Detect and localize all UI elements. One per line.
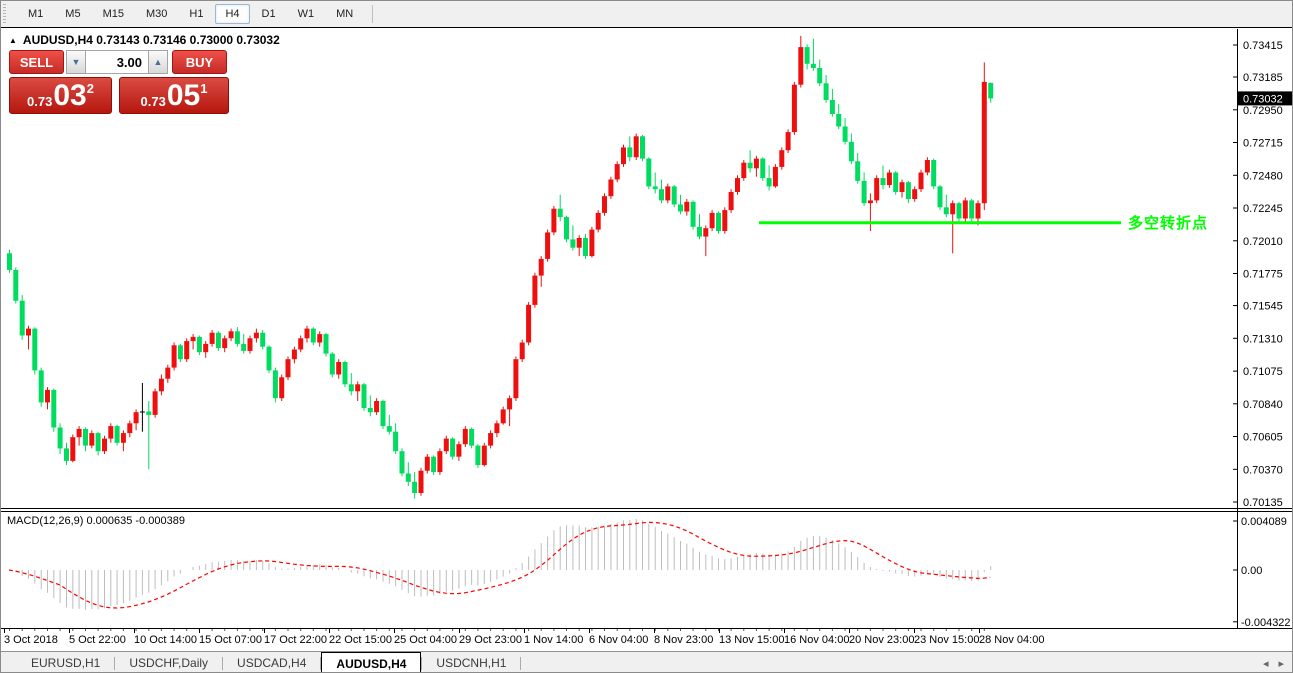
sell-button[interactable]: SELL (9, 50, 64, 74)
svg-text:0.73415: 0.73415 (1243, 40, 1283, 52)
timeframe-button-MN[interactable]: MN (326, 4, 363, 24)
volume-increase-button[interactable]: ▲ (148, 50, 168, 74)
timeframe-button-W1[interactable]: W1 (288, 4, 325, 24)
price-axis: 0.73415 0.73185 0.72950 0.72715 0.72480 0.722… (1233, 29, 1293, 629)
terminal-window: M1M5M15M30H1H4D1W1MN 0.73415 0.73185 0.729… (0, 0, 1293, 673)
volume-input[interactable]: 3.00 (86, 50, 148, 74)
svg-text:10 Oct 14:00: 10 Oct 14:00 (134, 634, 197, 646)
chart-tabs: EURUSD,H1USDCHF,DailyUSDCAD,H4AUDUSD,H4U… (17, 652, 521, 673)
svg-text:0.71545: 0.71545 (1243, 301, 1283, 313)
trendline-annotation: 多空转折点 (1128, 212, 1208, 233)
svg-text:17 Oct 22:00: 17 Oct 22:00 (264, 634, 327, 646)
tab-scroll-arrows: ◂ ▸ (1263, 652, 1284, 673)
tab-separator (520, 657, 521, 670)
svg-text:25 Oct 04:00: 25 Oct 04:00 (394, 634, 457, 646)
sell-price-prefix: 0.73 (27, 94, 52, 109)
tab-eurusdh1[interactable]: EURUSD,H1 (17, 652, 114, 673)
svg-text:5 Oct 22:00: 5 Oct 22:00 (69, 634, 126, 646)
svg-text:0.72010: 0.72010 (1243, 236, 1283, 248)
svg-text:0.71775: 0.71775 (1243, 269, 1283, 281)
buy-price-display[interactable]: 0.73 05 1 (119, 77, 229, 114)
svg-text:0.70840: 0.70840 (1243, 399, 1283, 411)
svg-text:0.71310: 0.71310 (1243, 333, 1283, 345)
chart-window: 0.73415 0.73185 0.72950 0.72715 0.72480 0.722… (1, 27, 1293, 651)
chart-title-text: AUDUSD,H4 0.73143 0.73146 0.73000 0.7303… (23, 33, 280, 47)
svg-text:0.004089: 0.004089 (1241, 516, 1287, 528)
timeframe-button-H1[interactable]: H1 (179, 4, 213, 24)
sell-price-sup: 2 (87, 81, 94, 96)
svg-text:23 Nov 15:00: 23 Nov 15:00 (914, 634, 979, 646)
macd-histogram (10, 519, 991, 610)
svg-text:0.72245: 0.72245 (1243, 203, 1283, 215)
panel-separators (1, 508, 1293, 629)
buy-price-prefix: 0.73 (141, 94, 166, 109)
tab-bar-pad (1, 652, 17, 673)
svg-text:8 Nov 23:00: 8 Nov 23:00 (654, 634, 713, 646)
timeframe-button-H4[interactable]: H4 (215, 4, 249, 24)
timeframe-toolbar: M1M5M15M30H1H4D1W1MN (1, 1, 1292, 27)
buy-price-big: 05 (167, 81, 200, 111)
macd-signal-line (9, 522, 990, 608)
volume-stepper: ▼ 3.00 ▲ (66, 50, 168, 74)
svg-text:22 Oct 15:00: 22 Oct 15:00 (329, 634, 392, 646)
collapse-panel-icon[interactable]: ▲ (9, 36, 17, 45)
svg-text:0.72715: 0.72715 (1243, 138, 1283, 150)
svg-text:1 Nov 14:00: 1 Nov 14:00 (524, 634, 583, 646)
svg-text:13 Nov 15:00: 13 Nov 15:00 (719, 634, 784, 646)
chart-title: ▲ AUDUSD,H4 0.73143 0.73146 0.73000 0.73… (9, 33, 280, 47)
volume-decrease-button[interactable]: ▼ (66, 50, 86, 74)
svg-text:0.71075: 0.71075 (1243, 366, 1283, 378)
tab-scroll-right-icon[interactable]: ▸ (1278, 657, 1284, 670)
tab-audusdh4[interactable]: AUDUSD,H4 (321, 652, 421, 673)
timeframe-button-M1[interactable]: M1 (18, 4, 53, 24)
timeframe-button-M5[interactable]: M5 (55, 4, 90, 24)
buy-price-sup: 1 (200, 81, 207, 96)
svg-text:0.70605: 0.70605 (1243, 432, 1283, 444)
svg-text:0.00: 0.00 (1241, 565, 1262, 577)
svg-text:29 Oct 23:00: 29 Oct 23:00 (459, 634, 522, 646)
toolbar-grip-handle[interactable] (3, 4, 11, 24)
chart-canvas[interactable]: 0.73415 0.73185 0.72950 0.72715 0.72480 0.722… (1, 29, 1293, 652)
macd-indicator-label: MACD(12,26,9) 0.000635 -0.000389 (7, 515, 185, 527)
svg-text:28 Nov 04:00: 28 Nov 04:00 (979, 634, 1044, 646)
tab-scroll-left-icon[interactable]: ◂ (1263, 657, 1269, 670)
svg-text:16 Nov 04:00: 16 Nov 04:00 (784, 634, 849, 646)
timeframe-button-M15[interactable]: M15 (93, 4, 134, 24)
timeframe-button-M30[interactable]: M30 (136, 4, 177, 24)
timeframe-button-D1[interactable]: D1 (252, 4, 286, 24)
tab-usdchfdaily[interactable]: USDCHF,Daily (115, 652, 222, 673)
svg-text:0.72480: 0.72480 (1243, 170, 1283, 182)
svg-text:-0.004322: -0.004322 (1241, 617, 1291, 629)
svg-text:0.72950: 0.72950 (1243, 105, 1283, 117)
tab-usdcnhh1[interactable]: USDCNH,H1 (422, 652, 520, 673)
svg-text:3 Oct 2018: 3 Oct 2018 (4, 634, 58, 646)
tab-usdcadh4[interactable]: USDCAD,H4 (223, 652, 320, 673)
svg-text:20 Nov 23:00: 20 Nov 23:00 (849, 634, 914, 646)
toolbar-separator (372, 5, 373, 23)
timeframe-buttons: M1M5M15M30H1H4D1W1MN (17, 4, 364, 24)
one-click-trade-panel: SELL ▼ 3.00 ▲ BUY 0.73 03 2 0.73 05 1 (9, 50, 231, 114)
svg-text:0.73032: 0.73032 (1243, 93, 1283, 105)
sell-price-display[interactable]: 0.73 03 2 (9, 77, 112, 114)
svg-text:15 Oct 07:00: 15 Oct 07:00 (199, 634, 262, 646)
svg-text:0.70135: 0.70135 (1243, 497, 1283, 509)
svg-text:6 Nov 04:00: 6 Nov 04:00 (589, 634, 648, 646)
time-axis: 3 Oct 2018 5 Oct 22:00 10 Oct 14:0015 Oct … (4, 629, 1044, 646)
buy-button[interactable]: BUY (172, 50, 227, 74)
sell-price-big: 03 (53, 81, 86, 111)
chart-tab-bar: EURUSD,H1USDCHF,DailyUSDCAD,H4AUDUSD,H4U… (1, 651, 1292, 673)
svg-text:0.70370: 0.70370 (1243, 464, 1283, 476)
svg-text:0.73185: 0.73185 (1243, 72, 1283, 84)
